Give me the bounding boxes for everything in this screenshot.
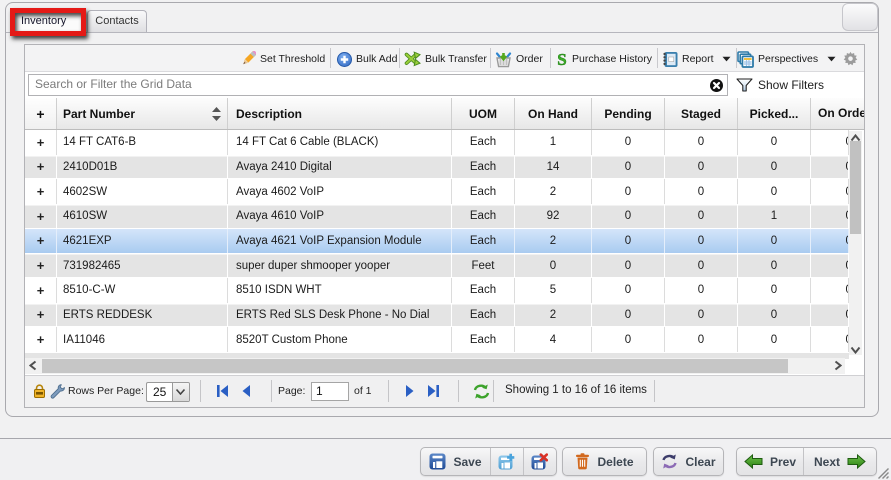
svg-text:S: S	[557, 51, 566, 68]
